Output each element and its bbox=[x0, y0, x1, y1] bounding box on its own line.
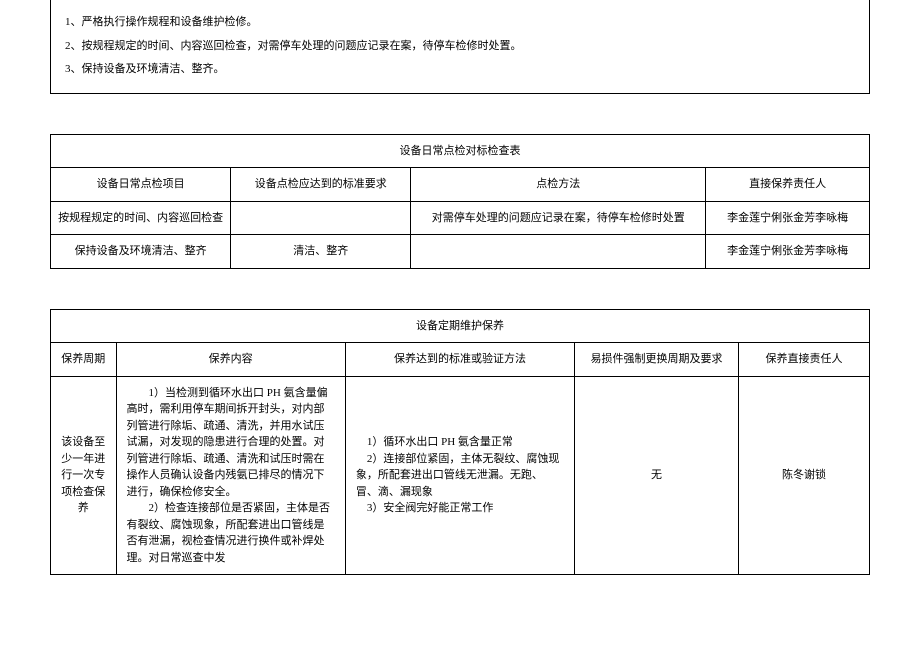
instruction-line-2: 2、按规程规定的时间、内容巡回检查，对需停车处理的问题应记录在案，待停车检修时处… bbox=[65, 38, 855, 56]
table1-r2c1: 保持设备及环境清洁、整齐 bbox=[51, 235, 231, 269]
table1-r1c3: 对需停车处理的问题应记录在案，待停车检修时处置 bbox=[411, 201, 706, 235]
table2-header-1: 保养周期 bbox=[51, 343, 117, 377]
table2-title: 设备定期维护保养 bbox=[51, 309, 870, 343]
table1-r1c1: 按规程规定的时间、内容巡回检查 bbox=[51, 201, 231, 235]
table2-r1c2: 1）当检测到循环水出口 PH 氨含量偏高时，需利用停车期间拆开封头，对内部列管进… bbox=[116, 376, 345, 575]
table1-title: 设备日常点检对标检查表 bbox=[51, 134, 870, 168]
table2-header-5: 保养直接责任人 bbox=[738, 343, 869, 377]
daily-check-table: 设备日常点检对标检查表 设备日常点检项目 设备点检应达到的标准要求 点检方法 直… bbox=[50, 134, 870, 269]
table1-header-1: 设备日常点检项目 bbox=[51, 168, 231, 202]
maintenance-table: 设备定期维护保养 保养周期 保养内容 保养达到的标准或验证方法 易损件强制更换周… bbox=[50, 309, 870, 576]
instruction-line-3: 3、保持设备及环境清洁、整齐。 bbox=[65, 61, 855, 79]
table1-header-2: 设备点检应达到的标准要求 bbox=[231, 168, 411, 202]
table2-wrapper: 设备定期维护保养 保养周期 保养内容 保养达到的标准或验证方法 易损件强制更换周… bbox=[50, 309, 870, 576]
instructions-box: 1、严格执行操作规程和设备维护检修。 2、按规程规定的时间、内容巡回检查，对需停… bbox=[50, 0, 870, 94]
table2-r1c4: 无 bbox=[575, 376, 739, 575]
table1-r2c4: 李金莲宁俐张金芳李咏梅 bbox=[706, 235, 870, 269]
table1-r1c2 bbox=[231, 201, 411, 235]
table2-r1c1: 该设备至少一年进行一次专项检查保养 bbox=[51, 376, 117, 575]
instruction-line-1: 1、严格执行操作规程和设备维护检修。 bbox=[65, 14, 855, 32]
table2-r1c5: 陈冬谢锁 bbox=[738, 376, 869, 575]
table1-header-4: 直接保养责任人 bbox=[706, 168, 870, 202]
table1-r2c3 bbox=[411, 235, 706, 269]
table1-header-3: 点检方法 bbox=[411, 168, 706, 202]
table1-wrapper: 设备日常点检对标检查表 设备日常点检项目 设备点检应达到的标准要求 点检方法 直… bbox=[50, 134, 870, 269]
table2-header-4: 易损件强制更换周期及要求 bbox=[575, 343, 739, 377]
table1-r2c2: 清洁、整齐 bbox=[231, 235, 411, 269]
table2-header-2: 保养内容 bbox=[116, 343, 345, 377]
table1-r1c4: 李金莲宁俐张金芳李咏梅 bbox=[706, 201, 870, 235]
table2-header-3: 保养达到的标准或验证方法 bbox=[345, 343, 574, 377]
table2-r1c3: 1）循环水出口 PH 氨含量正常 2）连接部位紧固，主体无裂纹、腐蚀现象，所配套… bbox=[345, 376, 574, 575]
